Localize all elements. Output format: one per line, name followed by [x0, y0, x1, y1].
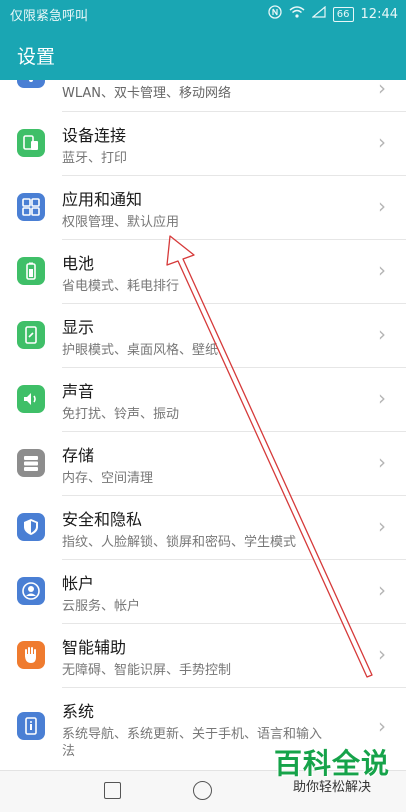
recents-button[interactable]: [104, 782, 121, 799]
watermark-slogan: 助你轻松解决: [292, 780, 371, 795]
annotation-arrow: [166, 235, 373, 678]
watermark-title: 百科全说: [274, 747, 391, 780]
home-button[interactable]: [193, 781, 212, 800]
watermark: 百科全说 助你轻松解决: [274, 748, 390, 796]
